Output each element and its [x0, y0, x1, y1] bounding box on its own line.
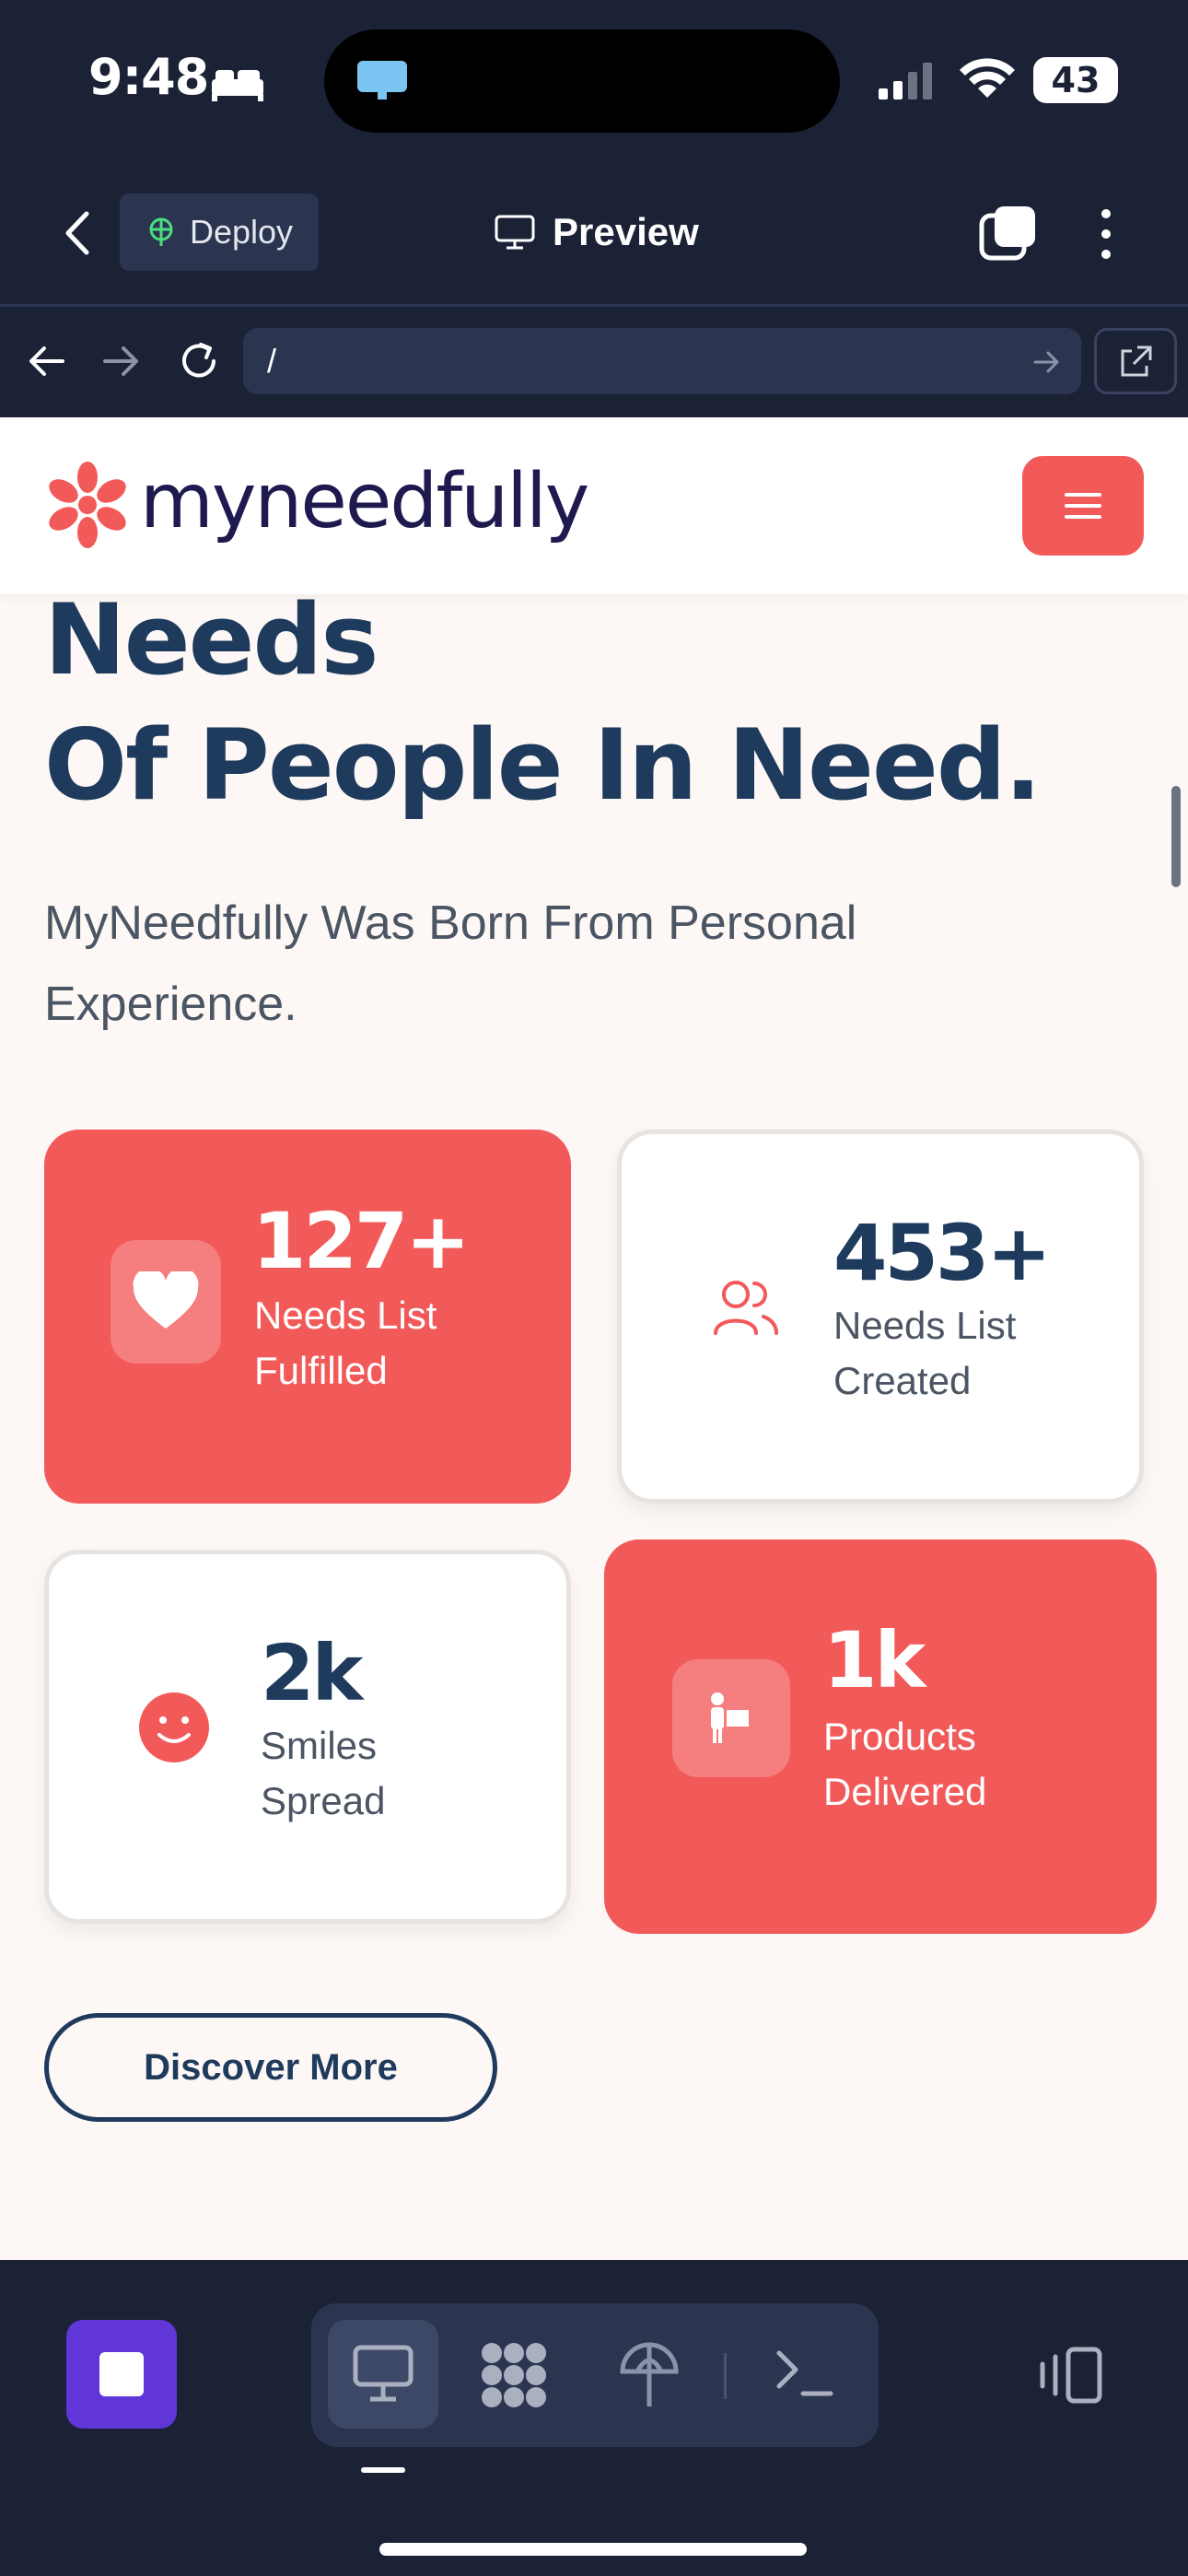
stat-card-fulfilled: 127+ Needs List Fulfilled [44, 1130, 571, 1504]
logo-mark-icon[interactable] [42, 460, 133, 550]
stat-number: 2k [261, 1628, 363, 1718]
stat-label: Smiles Spread [261, 1724, 386, 1822]
heart-icon [133, 1271, 199, 1329]
nav-forward-icon[interactable] [101, 343, 142, 380]
deploy-button[interactable]: Deploy [120, 193, 319, 271]
stat-number: 453+ [833, 1208, 1052, 1298]
nav-back-icon[interactable] [26, 343, 66, 380]
scrollbar-thumb[interactable] [1171, 786, 1181, 887]
hamburger-icon [1065, 493, 1101, 519]
reload-icon[interactable] [177, 339, 221, 383]
screen-mirror-icon [357, 61, 407, 100]
status-time: 9:48 [88, 48, 209, 106]
preview-label: Preview [553, 210, 699, 253]
stat-icon-box [672, 1659, 790, 1777]
smile-icon [139, 1692, 209, 1762]
preview-tab[interactable] [328, 2320, 438, 2429]
active-tab-indicator [361, 2467, 405, 2473]
open-external-button[interactable] [1094, 328, 1177, 394]
home-indicator[interactable] [379, 2543, 807, 2556]
external-link-icon [1121, 345, 1152, 377]
web-preview: Needs Of People In Need. myneedfully MyN… [0, 417, 1188, 2260]
stat-label: Needs List Created [833, 1304, 1017, 1402]
monitor-icon [353, 2345, 413, 2402]
stop-button[interactable] [66, 2320, 177, 2429]
logo-text[interactable]: myneedfully [140, 458, 589, 545]
device-toggle-icon[interactable] [1031, 2346, 1105, 2405]
stat-label: Needs List Fulfilled [254, 1294, 437, 1392]
more-menu-icon[interactable] [1092, 206, 1120, 262]
stat-card-smiles: 2k Smiles Spread [44, 1550, 571, 1924]
hero-subtitle: MyNeedfully Was Born From Personal Exper… [44, 896, 857, 1031]
hero-line-2: Of People In Need. [44, 708, 1042, 822]
tabs-icon[interactable] [978, 205, 1037, 263]
stat-label: Products Delivered [823, 1715, 987, 1813]
url-field[interactable]: / [243, 328, 1081, 394]
terminal-tab-icon[interactable] [774, 2348, 834, 2399]
deploy-tab-icon[interactable] [617, 2340, 681, 2410]
hero-heading: Needs Of People In Need. [44, 578, 1149, 828]
stat-number: 127+ [252, 1196, 471, 1286]
sleep-focus-icon [212, 70, 263, 101]
hamburger-menu-button[interactable] [1022, 456, 1144, 556]
deploy-label: Deploy [189, 213, 294, 251]
discover-more-button[interactable]: Discover More [44, 2013, 497, 2122]
stat-icon-box [111, 1240, 221, 1364]
monitor-icon [495, 215, 535, 250]
preview-title: Preview [494, 205, 699, 260]
users-icon [714, 1281, 778, 1335]
cellular-signal-icon [879, 63, 932, 100]
tab-divider [724, 2353, 727, 2399]
stat-number: 1k [823, 1615, 926, 1705]
apps-tab-icon[interactable] [479, 2340, 549, 2410]
hero-line-1: Needs [44, 583, 379, 697]
stat-card-created: 453+ Needs List Created [617, 1130, 1144, 1504]
battery-indicator: 43 [1033, 57, 1118, 103]
deploy-icon [149, 217, 173, 246]
stop-icon [99, 2352, 144, 2396]
wifi-icon [960, 58, 1015, 98]
delivery-icon [711, 1692, 749, 1743]
back-arrow-icon[interactable] [59, 208, 96, 258]
go-arrow-icon[interactable] [1031, 346, 1063, 378]
stat-card-delivered: 1k Products Delivered [604, 1540, 1157, 1934]
